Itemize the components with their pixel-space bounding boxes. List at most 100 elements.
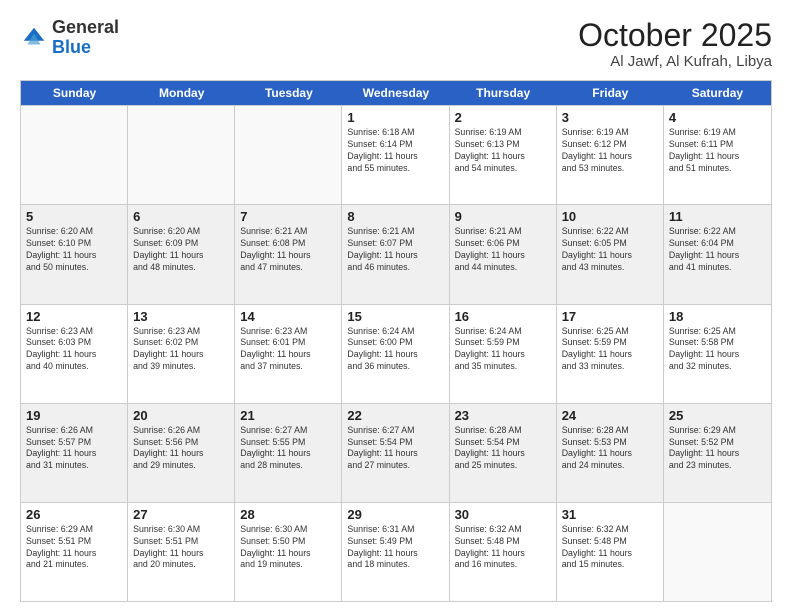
- header: General Blue October 2025 Al Jawf, Al Ku…: [20, 18, 772, 70]
- day-number: 19: [26, 408, 122, 423]
- cell-info: Sunrise: 6:32 AMSunset: 5:48 PMDaylight:…: [562, 524, 658, 572]
- cell-info: Sunrise: 6:20 AMSunset: 6:10 PMDaylight:…: [26, 226, 122, 274]
- day-number: 3: [562, 110, 658, 125]
- logo: General Blue: [20, 18, 119, 58]
- day-number: 2: [455, 110, 551, 125]
- calendar-cell-7: 7 Sunrise: 6:21 AMSunset: 6:08 PMDaylight…: [235, 205, 342, 303]
- cell-info: Sunrise: 6:19 AMSunset: 6:13 PMDaylight:…: [455, 127, 551, 175]
- cell-info: Sunrise: 6:24 AMSunset: 6:00 PMDaylight:…: [347, 326, 443, 374]
- cell-info: Sunrise: 6:24 AMSunset: 5:59 PMDaylight:…: [455, 326, 551, 374]
- day-number: 12: [26, 309, 122, 324]
- day-number: 17: [562, 309, 658, 324]
- day-number: 25: [669, 408, 766, 423]
- month-title: October 2025: [578, 18, 772, 53]
- day-number: 10: [562, 209, 658, 224]
- calendar-cell-28: 28Sunrise: 6:30 AMSunset: 5:50 PMDayligh…: [235, 503, 342, 601]
- day-number: 26: [26, 507, 122, 522]
- calendar-cell-1: 1Sunrise: 6:18 AMSunset: 6:14 PMDaylight…: [342, 106, 449, 204]
- cell-info: Sunrise: 6:22 AMSunset: 6:04 PMDaylight:…: [669, 226, 766, 274]
- cell-info: Sunrise: 6:29 AMSunset: 5:52 PMDaylight:…: [669, 425, 766, 473]
- calendar-cell-5: 5 Sunrise: 6:20 AMSunset: 6:10 PMDaylight…: [21, 205, 128, 303]
- calendar-week-3: 12 Sunrise: 6:23 AMSunset: 6:03 PMDayligh…: [21, 304, 771, 403]
- day-number: 21: [240, 408, 336, 423]
- calendar-cell-empty: [235, 106, 342, 204]
- calendar-cell-14: 14Sunrise: 6:23 AMSunset: 6:01 PMDayligh…: [235, 305, 342, 403]
- cell-info: Sunrise: 6:31 AMSunset: 5:49 PMDaylight:…: [347, 524, 443, 572]
- day-number: 6: [133, 209, 229, 224]
- day-number: 16: [455, 309, 551, 324]
- header-day-monday: Monday: [128, 81, 235, 105]
- cell-info: Sunrise: 6:23 AMSunset: 6:02 PMDaylight:…: [133, 326, 229, 374]
- calendar-cell-6: 6 Sunrise: 6:20 AMSunset: 6:09 PMDaylight…: [128, 205, 235, 303]
- calendar-cell-10: 10 Sunrise: 6:22 AMSunset: 6:05 PMDayligh…: [557, 205, 664, 303]
- cell-info: Sunrise: 6:30 AMSunset: 5:51 PMDaylight:…: [133, 524, 229, 572]
- calendar-cell-24: 24 Sunrise: 6:28 AMSunset: 5:53 PMDayligh…: [557, 404, 664, 502]
- cell-info: Sunrise: 6:19 AMSunset: 6:11 PMDaylight:…: [669, 127, 766, 175]
- calendar-cell-23: 23 Sunrise: 6:28 AMSunset: 5:54 PMDayligh…: [450, 404, 557, 502]
- calendar-week-4: 19 Sunrise: 6:26 AMSunset: 5:57 PMDayligh…: [21, 403, 771, 502]
- calendar: SundayMondayTuesdayWednesdayThursdayFrid…: [20, 80, 772, 602]
- calendar-cell-30: 30 Sunrise: 6:32 AMSunset: 5:48 PMDayligh…: [450, 503, 557, 601]
- header-day-friday: Friday: [557, 81, 664, 105]
- calendar-cell-19: 19 Sunrise: 6:26 AMSunset: 5:57 PMDayligh…: [21, 404, 128, 502]
- day-number: 8: [347, 209, 443, 224]
- cell-info: Sunrise: 6:27 AMSunset: 5:55 PMDaylight:…: [240, 425, 336, 473]
- cell-info: Sunrise: 6:21 AMSunset: 6:07 PMDaylight:…: [347, 226, 443, 274]
- calendar-cell-13: 13 Sunrise: 6:23 AMSunset: 6:02 PMDayligh…: [128, 305, 235, 403]
- calendar-cell-8: 8 Sunrise: 6:21 AMSunset: 6:07 PMDaylight…: [342, 205, 449, 303]
- day-number: 18: [669, 309, 766, 324]
- day-number: 20: [133, 408, 229, 423]
- day-number: 24: [562, 408, 658, 423]
- header-day-saturday: Saturday: [664, 81, 771, 105]
- calendar-cell-empty: [21, 106, 128, 204]
- calendar-cell-4: 4Sunrise: 6:19 AMSunset: 6:11 PMDaylight…: [664, 106, 771, 204]
- day-number: 23: [455, 408, 551, 423]
- calendar-cell-26: 26Sunrise: 6:29 AMSunset: 5:51 PMDayligh…: [21, 503, 128, 601]
- calendar-cell-2: 2 Sunrise: 6:19 AMSunset: 6:13 PMDaylight…: [450, 106, 557, 204]
- cell-info: Sunrise: 6:18 AMSunset: 6:14 PMDaylight:…: [347, 127, 443, 175]
- cell-info: Sunrise: 6:25 AMSunset: 5:59 PMDaylight:…: [562, 326, 658, 374]
- cell-info: Sunrise: 6:32 AMSunset: 5:48 PMDaylight:…: [455, 524, 551, 572]
- cell-info: Sunrise: 6:23 AMSunset: 6:03 PMDaylight:…: [26, 326, 122, 374]
- calendar-cell-15: 15 Sunrise: 6:24 AMSunset: 6:00 PMDayligh…: [342, 305, 449, 403]
- day-number: 15: [347, 309, 443, 324]
- calendar-cell-20: 20 Sunrise: 6:26 AMSunset: 5:56 PMDayligh…: [128, 404, 235, 502]
- day-number: 27: [133, 507, 229, 522]
- day-number: 11: [669, 209, 766, 224]
- header-day-sunday: Sunday: [21, 81, 128, 105]
- cell-info: Sunrise: 6:28 AMSunset: 5:53 PMDaylight:…: [562, 425, 658, 473]
- cell-info: Sunrise: 6:26 AMSunset: 5:57 PMDaylight:…: [26, 425, 122, 473]
- logo-icon: [20, 24, 48, 52]
- calendar-cell-9: 9Sunrise: 6:21 AMSunset: 6:06 PMDaylight…: [450, 205, 557, 303]
- cell-info: Sunrise: 6:20 AMSunset: 6:09 PMDaylight:…: [133, 226, 229, 274]
- logo-general: General: [52, 17, 119, 37]
- day-number: 30: [455, 507, 551, 522]
- calendar-body: 1Sunrise: 6:18 AMSunset: 6:14 PMDaylight…: [21, 105, 771, 601]
- cell-info: Sunrise: 6:28 AMSunset: 5:54 PMDaylight:…: [455, 425, 551, 473]
- cell-info: Sunrise: 6:27 AMSunset: 5:54 PMDaylight:…: [347, 425, 443, 473]
- cell-info: Sunrise: 6:21 AMSunset: 6:06 PMDaylight:…: [455, 226, 551, 274]
- title-block: October 2025 Al Jawf, Al Kufrah, Libya: [578, 18, 772, 70]
- cell-info: Sunrise: 6:23 AMSunset: 6:01 PMDaylight:…: [240, 326, 336, 374]
- calendar-cell-31: 31 Sunrise: 6:32 AMSunset: 5:48 PMDayligh…: [557, 503, 664, 601]
- day-number: 31: [562, 507, 658, 522]
- header-day-wednesday: Wednesday: [342, 81, 449, 105]
- calendar-cell-17: 17 Sunrise: 6:25 AMSunset: 5:59 PMDayligh…: [557, 305, 664, 403]
- cell-info: Sunrise: 6:30 AMSunset: 5:50 PMDaylight:…: [240, 524, 336, 572]
- calendar-week-5: 26Sunrise: 6:29 AMSunset: 5:51 PMDayligh…: [21, 502, 771, 601]
- calendar-cell-29: 29Sunrise: 6:31 AMSunset: 5:49 PMDayligh…: [342, 503, 449, 601]
- calendar-week-2: 5 Sunrise: 6:20 AMSunset: 6:10 PMDaylight…: [21, 204, 771, 303]
- cell-info: Sunrise: 6:26 AMSunset: 5:56 PMDaylight:…: [133, 425, 229, 473]
- calendar-cell-empty: [128, 106, 235, 204]
- cell-info: Sunrise: 6:22 AMSunset: 6:05 PMDaylight:…: [562, 226, 658, 274]
- location: Al Jawf, Al Kufrah, Libya: [578, 53, 772, 70]
- cell-info: Sunrise: 6:21 AMSunset: 6:08 PMDaylight:…: [240, 226, 336, 274]
- calendar-cell-22: 22Sunrise: 6:27 AMSunset: 5:54 PMDayligh…: [342, 404, 449, 502]
- calendar-cell-21: 21 Sunrise: 6:27 AMSunset: 5:55 PMDayligh…: [235, 404, 342, 502]
- calendar-header-row: SundayMondayTuesdayWednesdayThursdayFrid…: [21, 81, 771, 105]
- day-number: 7: [240, 209, 336, 224]
- day-number: 13: [133, 309, 229, 324]
- day-number: 5: [26, 209, 122, 224]
- calendar-cell-11: 11 Sunrise: 6:22 AMSunset: 6:04 PMDayligh…: [664, 205, 771, 303]
- logo-text: General Blue: [52, 18, 119, 58]
